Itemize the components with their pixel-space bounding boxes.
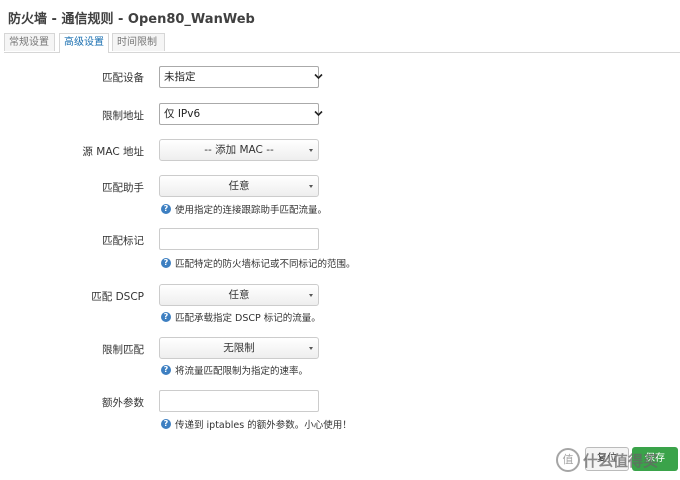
extra-args-label: 额外参数 bbox=[102, 397, 144, 409]
match-mark-hint-text: 匹配特定的防火墙标记或不同标记的范围。 bbox=[175, 259, 356, 270]
caret-down-icon bbox=[309, 347, 313, 350]
restrict-address-label: 限制地址 bbox=[102, 110, 144, 122]
limit-match-value: 无限制 bbox=[223, 342, 255, 354]
tab-general-settings[interactable]: 常规设置 bbox=[4, 33, 55, 51]
match-helper-hint: ? 使用指定的连接跟踪助手匹配流量。 bbox=[161, 202, 327, 216]
match-mark-label: 匹配标记 bbox=[102, 235, 144, 247]
limit-match-hint: ? 将流量匹配限制为指定的速率。 bbox=[161, 363, 308, 377]
save-button[interactable]: 保存 bbox=[632, 447, 678, 471]
match-dscp-hint-text: 匹配承载指定 DSCP 标记的流量。 bbox=[175, 313, 321, 324]
match-helper-hint-text: 使用指定的连接跟踪助手匹配流量。 bbox=[175, 205, 328, 216]
match-mark-input[interactable] bbox=[159, 228, 319, 250]
match-dscp-label: 匹配 DSCP bbox=[91, 291, 144, 303]
question-circle-icon: ? bbox=[161, 419, 171, 429]
match-helper-dropdown[interactable]: 任意 bbox=[159, 175, 319, 197]
tab-bar: 常规设置 高级设置 时间限制 bbox=[4, 33, 680, 53]
extra-args-hint-text: 传递到 iptables 的额外参数。小心使用！ bbox=[175, 420, 352, 431]
match-dscp-value: 任意 bbox=[228, 289, 250, 301]
question-circle-icon: ? bbox=[161, 365, 171, 375]
question-circle-icon: ? bbox=[161, 258, 171, 268]
match-device-label: 匹配设备 bbox=[102, 72, 144, 84]
match-dscp-hint: ? 匹配承载指定 DSCP 标记的流量。 bbox=[161, 310, 321, 324]
limit-match-label: 限制匹配 bbox=[102, 344, 144, 356]
tab-time-restrictions[interactable]: 时间限制 bbox=[112, 33, 165, 51]
watermark-logo-icon: 值 bbox=[556, 448, 580, 472]
match-helper-label: 匹配助手 bbox=[102, 182, 144, 194]
limit-match-dropdown[interactable]: 无限制 bbox=[159, 337, 319, 359]
caret-down-icon bbox=[309, 185, 313, 188]
reset-button[interactable]: 复位 bbox=[585, 447, 629, 471]
extra-args-input[interactable] bbox=[159, 390, 319, 412]
restrict-address-value: 仅 IPv6 bbox=[164, 108, 201, 120]
match-device-value: 未指定 bbox=[164, 71, 196, 83]
caret-down-icon bbox=[309, 149, 313, 152]
limit-match-hint-text: 将流量匹配限制为指定的速率。 bbox=[175, 366, 309, 377]
extra-args-hint: ? 传递到 iptables 的额外参数。小心使用！ bbox=[161, 417, 352, 431]
source-mac-value: -- 添加 MAC -- bbox=[204, 144, 274, 156]
question-circle-icon: ? bbox=[161, 204, 171, 214]
restrict-address-select[interactable]: 仅 IPv6 bbox=[159, 103, 323, 125]
match-mark-hint: ? 匹配特定的防火墙标记或不同标记的范围。 bbox=[161, 256, 356, 270]
caret-down-icon bbox=[309, 294, 313, 297]
source-mac-label: 源 MAC 地址 bbox=[82, 146, 144, 158]
tab-advanced-settings[interactable]: 高级设置 bbox=[59, 33, 109, 53]
page-title: 防火墙 - 通信规则 - Open80_WanWeb bbox=[8, 12, 255, 27]
match-helper-value: 任意 bbox=[228, 180, 250, 192]
match-dscp-dropdown[interactable]: 任意 bbox=[159, 284, 319, 306]
source-mac-dropdown[interactable]: -- 添加 MAC -- bbox=[159, 139, 319, 161]
question-circle-icon: ? bbox=[161, 312, 171, 322]
match-device-select[interactable]: 未指定 bbox=[159, 66, 323, 88]
